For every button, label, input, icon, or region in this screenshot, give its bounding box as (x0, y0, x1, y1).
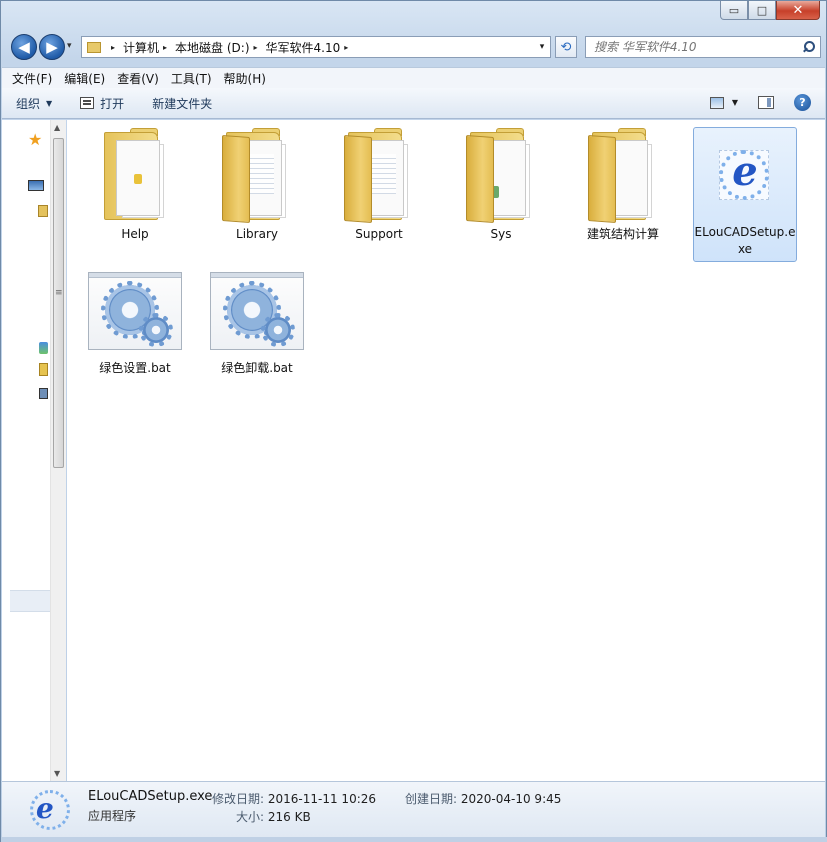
menu-view[interactable]: 查看(V) (117, 70, 159, 87)
file-name: 建筑结构计算 (586, 227, 659, 241)
maximize-button[interactable]: □ (748, 1, 776, 20)
folder-icon (87, 41, 101, 53)
navigation-pane: ★ ▲ ≡ ▼ (2, 120, 66, 781)
search-icon[interactable] (802, 41, 815, 53)
app-e-icon: e (26, 786, 74, 834)
details-size: 大小: 216 KB (236, 810, 311, 824)
menu-help[interactable]: 帮助(H) (224, 70, 266, 87)
details-created: 创建日期: 2020-04-10 9:45 (405, 792, 562, 806)
details-modified: 修改日期: 2016-11-11 10:26 (212, 792, 377, 806)
gears-icon (210, 272, 304, 350)
address-history-dropdown[interactable]: ▾ (534, 42, 550, 52)
gears-icon (88, 272, 182, 350)
open-label: 打开 (100, 96, 125, 111)
file-name: Sys (490, 227, 512, 241)
refresh-icon: ⟲ (560, 39, 572, 55)
favorites-star-icon[interactable]: ★ (28, 130, 42, 149)
breadcrumb-drive-d[interactable]: 本地磁盘 (D:) (175, 39, 249, 56)
menu-edit[interactable]: 编辑(E) (64, 70, 105, 87)
back-button[interactable]: ◀ (11, 34, 37, 60)
folder-icon (466, 126, 536, 223)
new-folder-label: 新建文件夹 (152, 96, 213, 111)
help-icon[interactable]: ? (794, 94, 811, 111)
menu-bar: 文件(F) 编辑(E) 查看(V) 工具(T) 帮助(H) (2, 67, 825, 88)
desktop-icon[interactable] (28, 180, 44, 191)
forward-button[interactable]: ▶ (39, 34, 65, 60)
nav-scrollbar[interactable]: ▲ ≡ ▼ (50, 120, 66, 781)
folder-library[interactable]: Library (205, 126, 309, 243)
file-name: Help (121, 227, 149, 241)
title-bar[interactable]: ▭ □ ✕ (1, 1, 826, 31)
file-list[interactable]: Help Library Support Sys 建筑结构计算 e ELouCA… (67, 120, 825, 781)
folder-icon[interactable] (39, 363, 48, 376)
caption-buttons: ▭ □ ✕ (720, 1, 820, 20)
folder-help[interactable]: Help (83, 126, 187, 243)
details-file-name: ELouCADSetup.exe (88, 789, 213, 804)
file-name: 绿色卸载.bat (221, 361, 293, 375)
folder-support[interactable]: Support (327, 126, 431, 243)
menu-tools[interactable]: 工具(T) (171, 70, 212, 87)
view-controls: ▼ ? (709, 94, 811, 111)
menu-file[interactable]: 文件(F) (12, 70, 52, 87)
details-file-type: 应用程序 (88, 809, 137, 823)
address-row: ◀ ▶ ▾ ▸ 计算机 ▸ 本地磁盘 (D:) ▸ 华军软件4.10 ▸ ▾ ⟲ (9, 34, 821, 60)
folder-building-calc[interactable]: 建筑结构计算 (571, 126, 675, 243)
chevron-down-icon: ▼ (46, 98, 53, 108)
preview-pane-icon[interactable] (758, 96, 774, 109)
details-pane: e ELouCADSetup.exe 应用程序 修改日期: 2016-11-11… (2, 781, 825, 837)
breadcrumb-separator[interactable]: ▸ (163, 43, 167, 52)
recent-pages-dropdown[interactable]: ▾ (67, 41, 72, 51)
file-name: Library (236, 227, 278, 241)
scrollbar-grip-icon: ≡ (55, 288, 63, 298)
address-bar[interactable]: ▸ 计算机 ▸ 本地磁盘 (D:) ▸ 华军软件4.10 ▸ ▾ (81, 36, 551, 58)
minimize-button[interactable]: ▭ (720, 1, 748, 20)
organize-label: 组织 (16, 96, 41, 111)
file-name: Support (355, 227, 403, 241)
organize-button[interactable]: 组织 ▼ (16, 95, 52, 112)
libraries-icon[interactable] (38, 205, 48, 217)
open-icon (80, 97, 95, 109)
breadcrumb-current-folder[interactable]: 华军软件4.10 (266, 39, 341, 56)
explorer-window: ▭ □ ✕ ◀ ▶ ▾ ▸ 计算机 ▸ 本地磁盘 (D:) ▸ 华军软件4.10… (0, 0, 827, 842)
nav-selected-strip (10, 590, 50, 612)
file-eloucad-setup-exe[interactable]: e ELouCADSetup.exe (693, 127, 797, 262)
close-button[interactable]: ✕ (776, 1, 820, 20)
breadcrumb-computer[interactable]: 计算机 (123, 39, 159, 56)
app-e-icon: e (697, 130, 793, 220)
window-bottom-border (1, 837, 827, 842)
command-bar: 组织 ▼ 打开 新建文件夹 ▼ ? (2, 88, 825, 119)
breadcrumb-separator[interactable]: ▸ (254, 43, 258, 52)
folder-icon (222, 126, 292, 223)
search-box[interactable] (585, 36, 821, 58)
computer-icon[interactable] (39, 388, 48, 399)
file-name: 绿色设置.bat (99, 361, 171, 375)
scroll-up-arrow-icon[interactable]: ▲ (54, 123, 60, 132)
change-view-icon[interactable] (709, 96, 724, 109)
folder-sys[interactable]: Sys (449, 126, 553, 243)
folder-icon (588, 126, 658, 223)
view-options-dropdown[interactable]: ▼ (732, 98, 738, 107)
folder-icon (344, 126, 414, 223)
new-folder-button[interactable]: 新建文件夹 (152, 95, 212, 112)
scrollbar-thumb[interactable] (53, 138, 64, 468)
file-name: ELouCADSetup.exe (694, 225, 796, 256)
file-green-setup-bat[interactable]: 绿色设置.bat (83, 272, 187, 377)
file-green-uninstall-bat[interactable]: 绿色卸载.bat (205, 272, 309, 377)
search-input[interactable] (594, 40, 794, 54)
folder-icon (100, 126, 170, 222)
homegroup-icon[interactable] (39, 342, 48, 354)
breadcrumb-separator[interactable]: ▸ (111, 43, 115, 52)
open-button[interactable]: 打开 (80, 95, 124, 112)
refresh-button[interactable]: ⟲ (555, 36, 577, 58)
scroll-down-arrow-icon[interactable]: ▼ (54, 769, 60, 778)
breadcrumb-separator[interactable]: ▸ (344, 43, 348, 52)
